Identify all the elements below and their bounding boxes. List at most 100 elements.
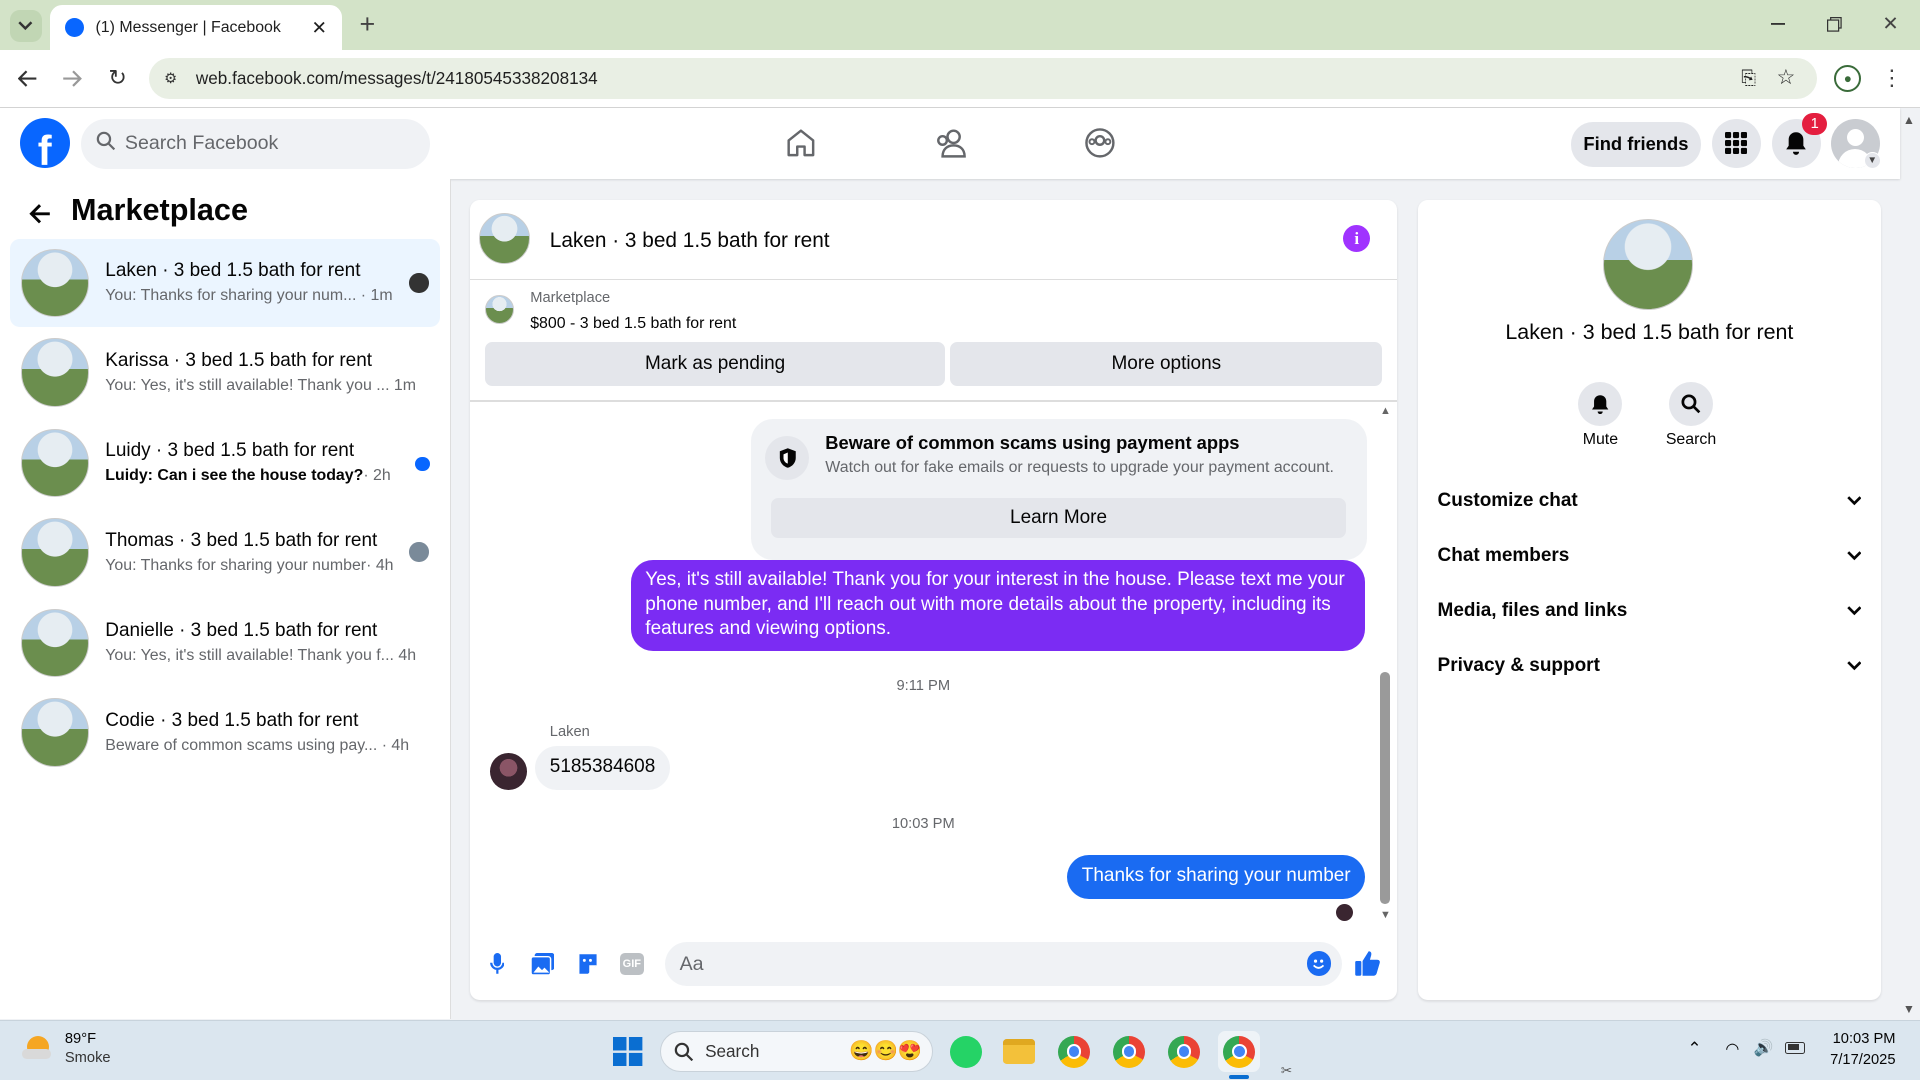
gif-icon[interactable]: GIF [619,952,645,975]
listing-thumbnail [20,337,90,407]
volume-icon[interactable]: 🔊 [1753,1038,1773,1058]
info-icon[interactable]: i [1343,225,1371,253]
chat-item-luidy[interactable]: Luidy · 3 bed 1.5 bath for rent Luidy: C… [10,419,440,507]
chat-name: Luidy · 3 bed 1.5 bath for rent [105,440,355,462]
page-scroll-up-icon[interactable]: ▲ [1903,113,1915,127]
listing-avatar[interactable] [1602,219,1694,310]
scrollbar-thumb[interactable] [1380,672,1390,904]
close-window-icon[interactable]: ✕ [1878,10,1902,39]
chrome-active-icon[interactable] [1218,1030,1260,1073]
new-tab-icon[interactable]: + [353,9,382,39]
mute-label: Mute [1582,431,1619,448]
shield-icon [765,435,810,480]
reload-icon[interactable]: ↻ [104,65,131,92]
back-arrow-icon[interactable] [27,201,54,228]
bookmark-star-icon[interactable]: ☆ [1776,65,1795,90]
thumbs-up-icon[interactable] [1353,949,1382,978]
chat-name: Laken · 3 bed 1.5 bath for rent [105,260,361,282]
friends-icon[interactable] [933,126,970,160]
info-title: Laken · 3 bed 1.5 bath for rent [1505,319,1794,344]
chevron-down-icon [1846,655,1862,677]
conversation-header: Laken · 3 bed 1.5 bath for rent i [470,200,1398,281]
groups-icon[interactable] [1082,126,1116,160]
section-label: Media, files and links [1437,600,1628,621]
message-bubble-incoming[interactable]: 5185384608 [535,745,670,790]
taskbar-search-box[interactable]: Search 😄😊😍 [660,1030,934,1073]
search-icon[interactable] [1668,382,1714,427]
find-friends-button[interactable]: Find friends [1571,122,1701,167]
minimize-icon[interactable] [1766,10,1790,39]
page-scroll-down-icon[interactable]: ▼ [1903,1002,1915,1016]
chat-members-section[interactable]: Chat members [1438,531,1862,580]
show-hidden-icons-chevron-icon[interactable]: ⌃ [1687,1038,1701,1059]
site-info-icon[interactable]: ⚙ [164,70,177,87]
browser-tab-messenger[interactable]: (1) Messenger | Facebook ✕ [50,4,342,51]
more-options-button[interactable]: More options [950,341,1383,386]
facebook-logo-icon[interactable]: f [19,117,70,168]
message-bubble-outgoing[interactable]: Thanks for sharing your number [1067,854,1366,899]
chrome-icon[interactable] [1053,1031,1095,1073]
sender-name: Laken [549,723,590,740]
timestamp: 10:03 PM [891,815,955,832]
chrome-profile-2-icon[interactable] [1108,1031,1150,1073]
media-files-links-section[interactable]: Media, files and links [1438,587,1862,636]
listing-description[interactable]: $800 - 3 bed 1.5 bath for rent [530,315,736,333]
conversation-avatar[interactable] [478,213,531,265]
chat-item-codie[interactable]: Codie · 3 bed 1.5 bath for rent Beware o… [10,688,440,776]
customize-chat-section[interactable]: Customize chat [1438,476,1862,525]
scroll-down-arrow-icon[interactable]: ▼ [1380,909,1391,921]
chat-name: Danielle · 3 bed 1.5 bath for rent [105,620,378,642]
voice-clip-icon[interactable] [487,951,507,975]
sender-avatar[interactable] [489,753,527,790]
listing-thumbnail [20,517,90,587]
chat-item-karissa[interactable]: Karissa · 3 bed 1.5 bath for rent You: Y… [10,328,440,416]
chat-item-thomas[interactable]: Thomas · 3 bed 1.5 bath for rent You: Th… [10,508,440,596]
windows-start-icon[interactable] [607,1031,649,1073]
chrome-profile-3-icon[interactable] [1163,1031,1205,1073]
address-bar[interactable]: ⚙ web.facebook.com/messages/t/2418054533… [149,57,1818,100]
snipping-tool-icon[interactable]: ✂ [1281,1063,1292,1079]
weather-sun-icon[interactable] [22,1033,54,1065]
weather-desc[interactable]: Smoke [65,1050,111,1066]
profile-icon[interactable]: ● [1834,64,1862,92]
emoji-icon[interactable] [1306,951,1332,976]
whatsapp-icon[interactable] [945,1031,987,1073]
account-chevron-icon[interactable]: ▼ [1863,151,1881,169]
file-explorer-icon[interactable] [998,1031,1040,1073]
seen-avatar [408,273,429,293]
chat-time: 4h [398,647,417,665]
browser-menu-icon[interactable]: ⋮ [1881,65,1903,92]
close-tab-icon[interactable]: ✕ [312,17,327,39]
section-label: Privacy & support [1437,655,1600,677]
browser-toolbar: ↻ ⚙ web.facebook.com/messages/t/24180545… [0,50,1920,108]
scam-text: Watch out for fake emails or requests to… [825,459,1334,477]
clock-date[interactable]: 7/17/2025 [1800,1052,1895,1068]
listing-small-thumbnail [484,295,515,325]
forward-arrow-icon[interactable] [59,65,86,92]
tab-search-dropdown-icon[interactable] [9,9,42,42]
home-icon[interactable] [784,126,818,160]
scroll-up-arrow-icon[interactable]: ▲ [1380,405,1391,417]
learn-more-button[interactable]: Learn More [771,498,1346,538]
install-app-icon[interactable]: ⎘ [1741,67,1756,89]
conversation-title[interactable]: Laken · 3 bed 1.5 bath for rent [550,229,830,253]
message-input[interactable]: Aa [664,941,1343,986]
message-bubble-outgoing[interactable]: Yes, it's still available! Thank you for… [630,559,1366,652]
sticker-icon[interactable] [576,951,600,975]
facebook-favicon-icon [64,17,85,38]
attach-photo-icon[interactable] [530,951,555,975]
clock-time[interactable]: 10:03 PM [1800,1031,1896,1047]
chat-time: · 2h [363,467,391,485]
wifi-icon[interactable]: ◠ [1725,1039,1739,1059]
privacy-support-section[interactable]: Privacy & support [1438,642,1862,691]
restore-icon[interactable] [1822,10,1846,39]
mute-bell-icon[interactable] [1578,382,1623,427]
chat-item-laken[interactable]: Laken · 3 bed 1.5 bath for rent You: Tha… [9,238,440,327]
weather-temp[interactable]: 89°F [65,1031,96,1047]
chat-item-danielle[interactable]: Danielle · 3 bed 1.5 bath for rent You: … [10,599,440,687]
back-arrow-icon[interactable] [15,65,42,92]
menu-grid-icon[interactable] [1711,118,1761,168]
search-facebook-input[interactable]: Search Facebook [80,118,430,169]
marketplace-title: Marketplace [71,193,248,228]
mark-as-pending-button[interactable]: Mark as pending [484,341,946,386]
